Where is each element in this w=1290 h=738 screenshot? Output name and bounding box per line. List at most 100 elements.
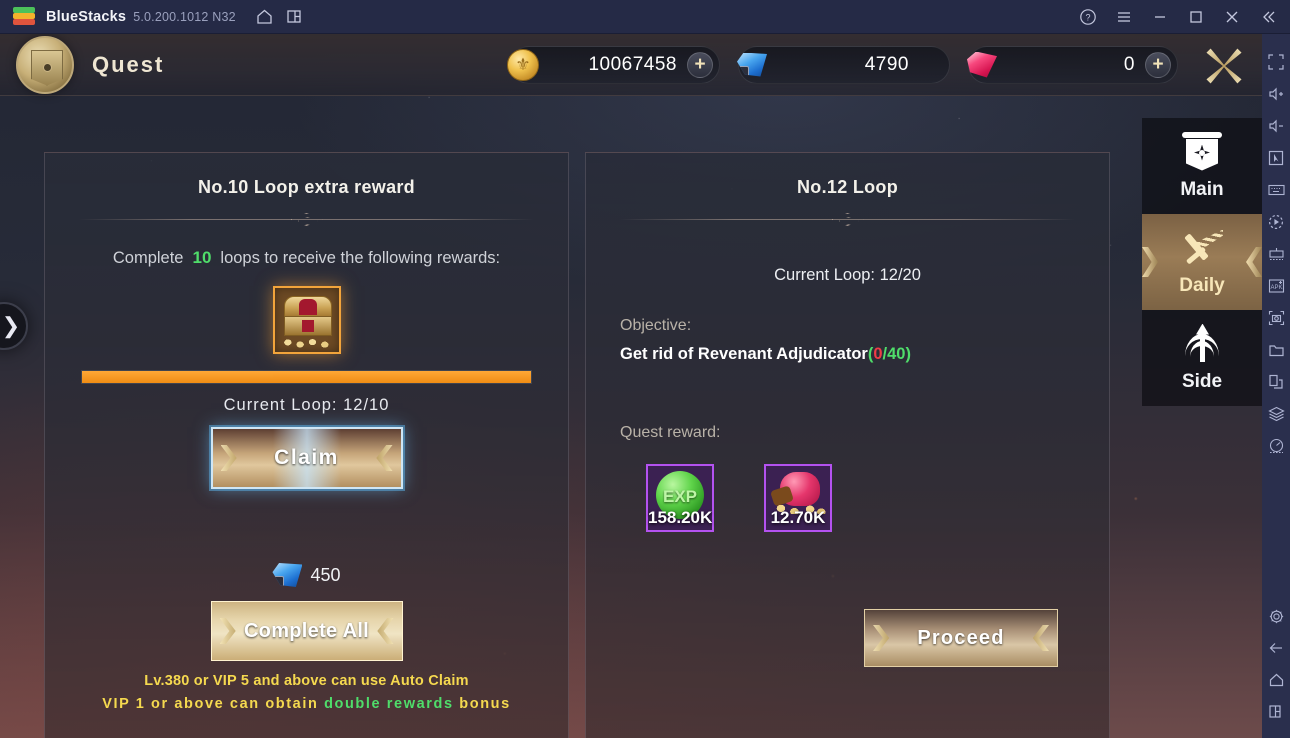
back-icon[interactable] <box>1262 632 1290 664</box>
requirement-suffix: loops to receive the following rewards: <box>220 249 501 267</box>
right-panel-title: No.12 Loop <box>797 177 898 197</box>
gold-value: 10067458 <box>588 53 677 75</box>
quest-reward-label: Quest reward: <box>620 424 721 441</box>
media-folder-icon[interactable] <box>1262 334 1290 366</box>
page-title: Quest <box>92 51 165 77</box>
game-viewport: Quest 10067458 + 4790 0 + <box>0 34 1262 738</box>
menu-icon[interactable] <box>1106 0 1142 34</box>
proceed-button-label: Proceed <box>917 626 1005 649</box>
add-ruby-button[interactable]: + <box>1145 51 1171 78</box>
chevron-left-decoration <box>873 625 890 651</box>
left-panel-title: No.10 Loop extra reward <box>198 177 415 197</box>
chevron-right-decoration <box>1032 625 1049 651</box>
vip-note-highlight: double rewards <box>324 696 454 712</box>
svg-text:?: ? <box>1085 12 1090 22</box>
objective-current: 0 <box>873 345 883 363</box>
tab-side[interactable]: Side <box>1142 310 1262 406</box>
bluestacks-window: BlueStacks 5.0.200.1012 N32 ? Quest ⚜ 10… <box>0 0 1290 738</box>
blue-diamond-icon <box>733 48 771 82</box>
ruby-value: 0 <box>1123 53 1135 75</box>
current-loop-panel: No.12 Loop Current Loop: 12/20 Objective… <box>585 152 1110 738</box>
claim-button[interactable]: Claim <box>210 427 403 489</box>
requirement-prefix: Complete <box>112 249 184 267</box>
recents-icon[interactable] <box>1262 696 1290 728</box>
expand-sidebar-button[interactable]: ❯ <box>0 302 28 350</box>
reward-item-wrap <box>45 286 568 354</box>
bluestacks-sidebar: APK <box>1262 34 1290 738</box>
install-apk-icon[interactable]: APK <box>1262 270 1290 302</box>
volume-down-icon[interactable] <box>1262 110 1290 142</box>
pointer-icon[interactable] <box>1262 142 1290 174</box>
loop-extra-reward-panel: No.10 Loop extra reward Complete 10 loops … <box>44 152 569 738</box>
macro-record-icon[interactable] <box>1262 206 1290 238</box>
treasure-chest-icon[interactable] <box>272 286 341 354</box>
window-controls: ? <box>1070 0 1290 34</box>
objective-description: Get rid of Revenant Adjudicator <box>620 345 868 363</box>
coin-pouch-icon[interactable]: 12.70K <box>764 464 832 532</box>
settings-gear-icon[interactable] <box>1262 600 1290 632</box>
auto-claim-note: Lv.380 or VIP 5 and above can use Auto C… <box>144 673 469 689</box>
tab-main-label: Main <box>1180 178 1224 200</box>
vip-bonus-note: VIP 1 or above can obtain double rewards… <box>45 696 568 712</box>
objective-target: 40 <box>887 345 906 363</box>
exp-orb-icon[interactable]: 158.20K <box>646 464 714 532</box>
coin-reward-amount: 12.70K <box>770 508 826 527</box>
close-icon[interactable] <box>1214 0 1250 34</box>
minimize-icon[interactable] <box>1142 0 1178 34</box>
tab-daily-label: Daily <box>1179 274 1225 296</box>
chevron-left-decoration <box>219 618 236 644</box>
blue-diamond-icon <box>272 563 303 587</box>
exp-reward-amount: 158.20K <box>648 508 713 527</box>
proceed-button[interactable]: Proceed <box>864 609 1058 667</box>
quest-category-tabs: Main Daily Side <box>1142 118 1262 406</box>
keyboard-icon[interactable] <box>1262 174 1290 206</box>
tree-arrow-icon <box>1180 323 1224 368</box>
chevron-right-decoration <box>376 445 393 471</box>
tab-main[interactable]: Main <box>1142 118 1262 214</box>
maximize-icon[interactable] <box>1178 0 1214 34</box>
add-gold-button[interactable]: + <box>687 51 713 78</box>
loop-progress-bar <box>81 370 532 384</box>
claim-button-label: Claim <box>274 446 339 469</box>
multi-instance-clone-icon[interactable] <box>1262 366 1290 398</box>
quest-emblem-icon <box>16 35 74 94</box>
help-icon[interactable]: ? <box>1070 0 1106 34</box>
game-hud-bar: Quest 10067458 + 4790 0 + <box>0 34 1262 96</box>
tab-daily[interactable]: Daily <box>1142 214 1262 310</box>
requirement-count: 10 <box>192 248 212 267</box>
winged-sword-icon <box>1180 228 1224 272</box>
close-quest-button[interactable] <box>1196 37 1252 93</box>
left-current-loop: Current Loop: 12/10 <box>223 396 390 414</box>
collapse-icon[interactable] <box>1250 0 1286 34</box>
home-icon[interactable] <box>1262 664 1290 696</box>
complete-all-button[interactable]: Complete All <box>210 601 403 661</box>
loop-progress-fill <box>82 371 531 383</box>
fullscreen-icon[interactable] <box>1262 46 1290 78</box>
objective-text: Get rid of Revenant Adjudicator(0/40) <box>620 345 1109 364</box>
screenshot-icon[interactable] <box>1262 302 1290 334</box>
requirement-text: Complete 10 loops to receive the following… <box>45 248 568 268</box>
objective-paren-close: ) <box>905 345 911 363</box>
app-name: BlueStacks <box>46 8 127 25</box>
svg-text:APK: APK <box>1270 285 1282 291</box>
tab-side-label: Side <box>1181 370 1223 392</box>
chevron-right-decoration <box>377 618 394 644</box>
instance-manager-icon[interactable] <box>1262 398 1290 430</box>
right-current-loop: Current Loop: 12/20 <box>774 266 921 284</box>
currency-gold[interactable]: 10067458 + <box>507 45 720 84</box>
home-icon[interactable] <box>250 0 280 34</box>
instances-icon[interactable] <box>280 0 310 34</box>
banner-icon <box>1180 131 1224 176</box>
volume-up-icon[interactable] <box>1262 78 1290 110</box>
vip-note-part2: bonus <box>459 696 511 712</box>
auto-claim-cost-amount: 450 <box>310 564 341 585</box>
diamond-value: 4790 <box>864 53 909 75</box>
keymapping-icon[interactable] <box>1262 238 1290 270</box>
chevron-left-decoration <box>220 445 237 471</box>
currency-ruby[interactable]: 0 + <box>967 45 1178 84</box>
performance-meter-icon[interactable] <box>1262 430 1290 462</box>
currency-diamond[interactable]: 4790 <box>737 45 950 84</box>
ornament-divider <box>620 212 1075 226</box>
chevron-right-icon: ❯ <box>1 313 21 338</box>
bluestacks-logo-icon <box>13 6 35 28</box>
